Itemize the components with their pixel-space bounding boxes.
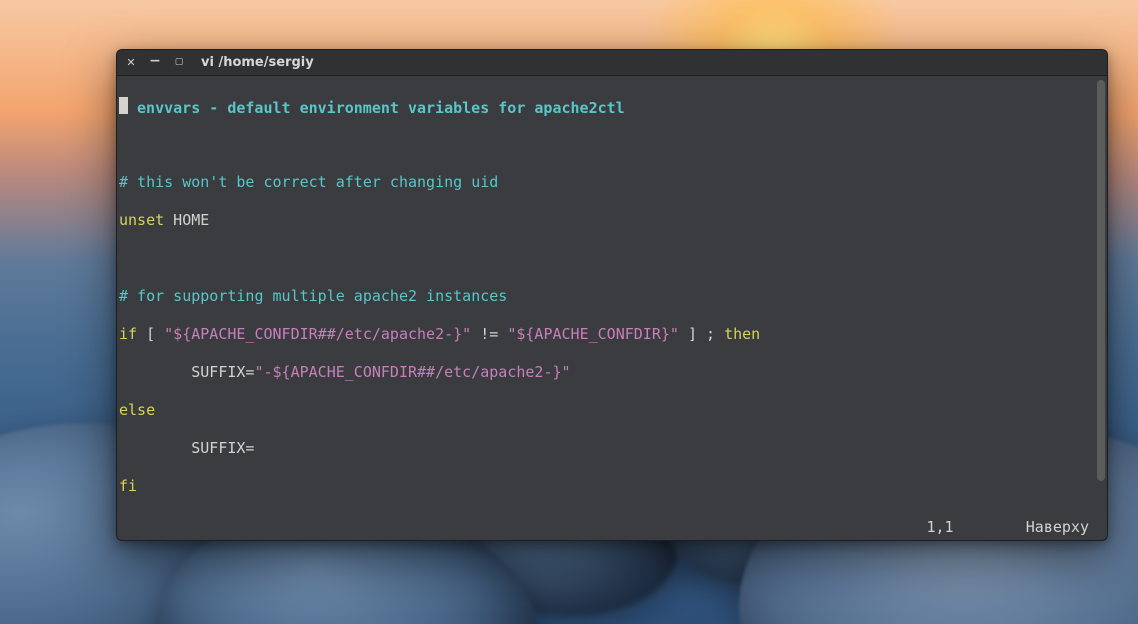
keyword-else: else: [119, 401, 155, 419]
string-literal: "${APACHE_CONFDIR}": [507, 325, 679, 343]
editor-content[interactable]: envvars - default environment variables …: [119, 78, 1093, 538]
window-title: vi /home/sergiy: [201, 55, 314, 70]
terminal-body[interactable]: envvars - default environment variables …: [117, 76, 1107, 540]
scroll-position: Наверху: [1026, 518, 1089, 536]
window-titlebar[interactable]: ✕ − ▢ vi /home/sergiy: [117, 50, 1107, 76]
keyword-fi: fi: [119, 477, 137, 495]
code-text: SUFFIX=: [119, 363, 254, 381]
close-icon[interactable]: ✕: [125, 57, 137, 69]
blank-line: [119, 135, 1093, 154]
vi-status-line: 1,1 Наверху: [926, 518, 1089, 536]
cursor: [119, 97, 128, 114]
comment-line: envvars - default environment variables …: [128, 99, 625, 117]
string-literal: "${APACHE_CONFDIR##/etc/apache2-}": [164, 325, 471, 343]
comment-line: # for supporting multiple apache2 instan…: [119, 287, 507, 305]
keyword-then: then: [724, 325, 760, 343]
minimize-icon[interactable]: −: [149, 55, 161, 67]
scrollbar[interactable]: [1097, 80, 1105, 536]
maximize-icon[interactable]: ▢: [173, 57, 185, 69]
terminal-window[interactable]: ✕ − ▢ vi /home/sergiy envvars - default …: [116, 49, 1108, 541]
blank-line: [119, 249, 1093, 268]
code-text: SUFFIX=: [119, 439, 254, 457]
comment-line: # this won't be correct after changing u…: [119, 173, 498, 191]
cursor-position: 1,1: [926, 518, 953, 536]
keyword-unset: unset: [119, 211, 164, 229]
scrollbar-thumb[interactable]: [1097, 80, 1105, 481]
string-literal: "-${APACHE_CONFDIR##/etc/apache2-}": [254, 363, 570, 381]
code-text: HOME: [164, 211, 209, 229]
keyword-if: if: [119, 325, 137, 343]
